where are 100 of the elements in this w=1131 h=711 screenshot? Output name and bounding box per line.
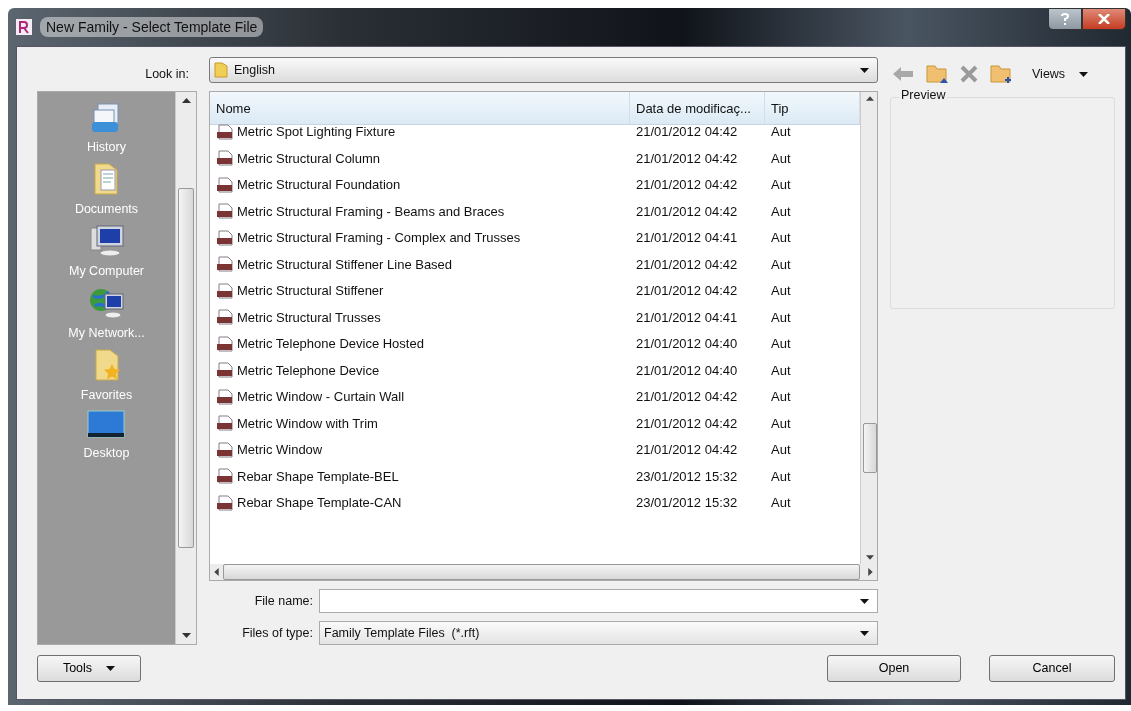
help-button[interactable]: [1048, 8, 1082, 30]
scroll-up-icon: [865, 96, 874, 101]
open-button[interactable]: Open: [827, 654, 961, 682]
cancel-button[interactable]: Cancel: [989, 654, 1115, 682]
file-name-cell[interactable]: Metric Structural Stiffener Line Based: [210, 251, 630, 278]
file-name-cell[interactable]: Metric Structural Stiffener: [210, 277, 630, 304]
file-type-label: Files of type:: [241, 626, 314, 640]
file-icon: [216, 415, 234, 432]
date-cell-text: 21/01/2012 04:42: [635, 441, 739, 460]
type-cell-text: Aut: [770, 494, 792, 513]
file-name-cell[interactable]: Metric Structural Trusses: [210, 304, 630, 331]
caret-icon: [860, 598, 869, 604]
scroll-thumb[interactable]: [178, 188, 194, 548]
file-icon: [216, 441, 234, 458]
caret-icon: [1079, 71, 1089, 77]
column-header[interactable]: Nome: [210, 92, 630, 125]
file-icon: [216, 388, 234, 405]
app-logo-icon: [16, 19, 32, 35]
date-cell-text: 21/01/2012 04:40: [635, 335, 739, 354]
type-cell-text: Aut: [770, 308, 792, 327]
file-icon: [216, 229, 234, 246]
date-cell-text: 23/01/2012 15:32: [635, 494, 739, 513]
file-icon: [216, 123, 234, 140]
date-cell-text: 23/01/2012 15:32: [635, 467, 739, 486]
window-title: New Family - Select Template File: [40, 17, 264, 37]
type-cell-text: Aut: [770, 123, 792, 142]
desktop-icon: [87, 410, 126, 440]
scroll-up-icon: [181, 98, 191, 103]
file-icon: [216, 494, 234, 511]
file-icon: [216, 282, 234, 299]
up-folder-icon[interactable]: [926, 64, 948, 84]
file-icon: [216, 468, 234, 485]
file-name-cell[interactable]: Metric Structural Framing - Complex and Trusses: [210, 224, 630, 251]
date-cell-text: 21/01/2012 04:41: [635, 308, 739, 327]
file-name-field[interactable]: [319, 589, 878, 613]
file-name-cell[interactable]: Metric Structural Foundation: [210, 171, 630, 198]
date-cell-text: 21/01/2012 04:41: [635, 229, 739, 248]
scrollbar[interactable]: [860, 92, 877, 564]
type-cell-text: Aut: [770, 202, 792, 221]
file-icon: [216, 203, 234, 220]
preview-label: Preview: [899, 88, 948, 102]
date-cell-text: 21/01/2012 04:42: [635, 202, 739, 221]
tools-button[interactable]: Tools: [37, 654, 141, 682]
file-name-cell[interactable]: Metric Telephone Device Hosted: [210, 330, 630, 357]
file-name-cell[interactable]: Rebar Shape Template-BEL: [210, 463, 630, 490]
new-folder-icon[interactable]: [990, 64, 1012, 84]
network-computer-icon: [88, 286, 125, 320]
type-cell-text: Aut: [770, 388, 792, 407]
computer-icon: [88, 224, 125, 258]
close-icon: [1098, 14, 1110, 24]
file-name-cell[interactable]: Metric Window with Trim: [210, 410, 630, 437]
scroll-left-icon: [214, 568, 219, 576]
file-name-cell[interactable]: Metric Structural Framing - Beams and Braces: [210, 198, 630, 225]
file-name-cell[interactable]: Metric Window: [210, 436, 630, 463]
file-icon: [216, 362, 234, 379]
scroll-thumb[interactable]: [862, 423, 877, 473]
help-icon: [1061, 13, 1069, 25]
scroll-down-icon: [865, 555, 874, 560]
type-cell-text: Aut: [770, 335, 792, 354]
look-in-label: Look in:: [145, 67, 189, 81]
type-cell-text: Aut: [770, 149, 792, 168]
file-icon: [216, 256, 234, 273]
date-cell-text: 21/01/2012 04:42: [635, 176, 739, 195]
back-arrow-icon[interactable]: [892, 66, 914, 82]
scroll-right-icon: [868, 568, 873, 576]
date-cell-text: 21/01/2012 04:42: [635, 388, 739, 407]
type-cell-text: Aut: [770, 282, 792, 301]
column-header[interactable]: Tip: [765, 92, 860, 125]
file-name-cell[interactable]: Metric Telephone Device: [210, 357, 630, 384]
scrollbar[interactable]: [175, 92, 196, 644]
caret-icon: [860, 67, 869, 73]
file-name-cell[interactable]: Rebar Shape Template-CAN: [210, 489, 630, 516]
type-cell-text: Aut: [770, 176, 792, 195]
scroll-down-icon: [181, 633, 191, 638]
file-icon: [216, 335, 234, 352]
date-cell-text: 21/01/2012 04:42: [635, 282, 739, 301]
delete-icon[interactable]: [960, 65, 978, 83]
views-button[interactable]: Views: [1032, 67, 1089, 81]
type-cell-text: Aut: [770, 467, 792, 486]
file-name-cell[interactable]: Metric Structural Column: [210, 145, 630, 172]
date-cell-text: 21/01/2012 04:42: [635, 414, 739, 433]
date-cell-text: 21/01/2012 04:40: [635, 361, 739, 380]
type-cell-text: Aut: [770, 414, 792, 433]
file-icon: [216, 309, 234, 326]
type-cell-text: Aut: [770, 255, 792, 274]
folder-icon: [214, 62, 228, 78]
file-type-dropdown[interactable]: Family Template Files (*.rft): [319, 621, 878, 645]
caret-icon: [860, 630, 869, 636]
type-cell-text: Aut: [770, 361, 792, 380]
file-name-label: File name:: [253, 594, 314, 608]
caret-icon: [106, 665, 116, 671]
type-cell-text: Aut: [770, 441, 792, 460]
date-cell-text: 21/01/2012 04:42: [635, 149, 739, 168]
column-header[interactable]: Data de modificaç...: [630, 92, 765, 125]
date-cell-text: 21/01/2012 04:42: [635, 123, 739, 142]
close-button[interactable]: [1082, 8, 1126, 30]
look-in-dropdown[interactable]: English: [209, 57, 878, 83]
file-icon: [216, 176, 234, 193]
file-name-cell[interactable]: Metric Window - Curtain Wall: [210, 383, 630, 410]
type-cell-text: Aut: [770, 229, 792, 248]
